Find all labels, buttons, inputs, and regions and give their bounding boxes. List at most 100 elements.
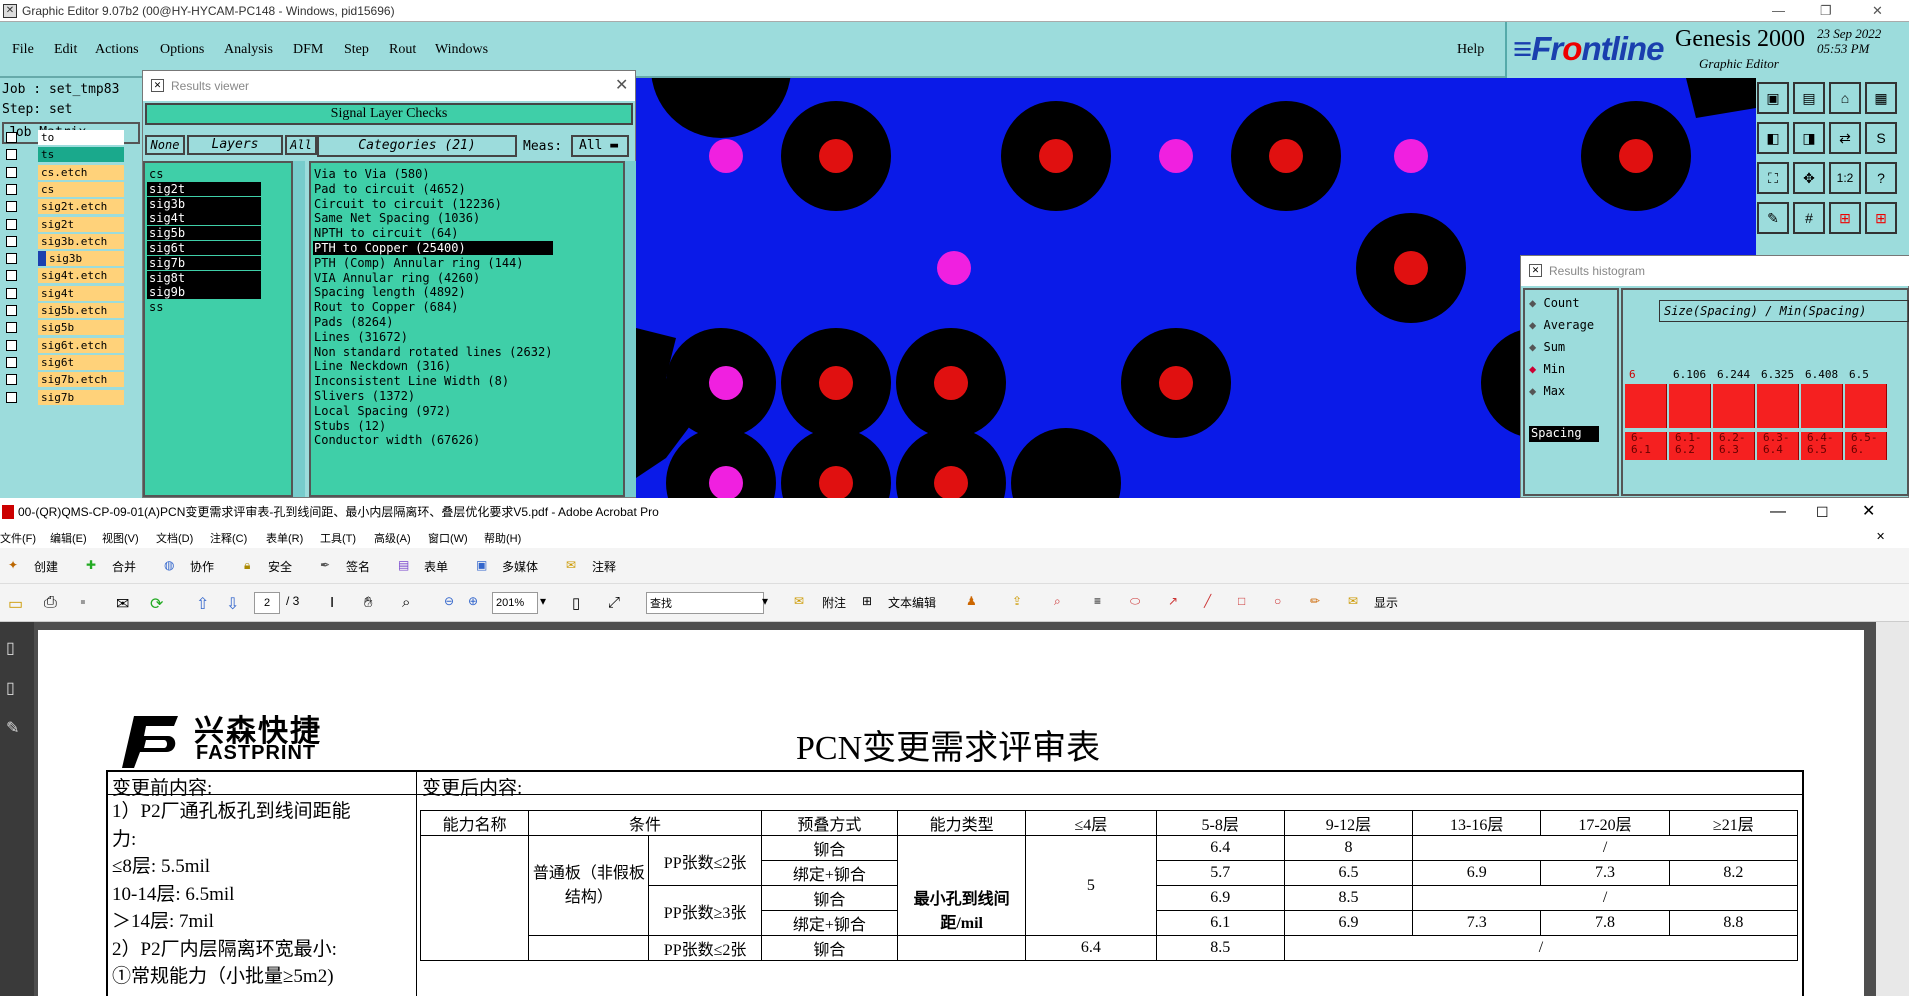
layer-result-item[interactable]: ss (147, 300, 261, 314)
menu-help[interactable]: Help (1457, 42, 1484, 58)
layer-row[interactable]: cs (4, 181, 124, 197)
layer-row[interactable]: cs.etch (4, 164, 124, 180)
layer-checkbox[interactable] (6, 253, 17, 265)
upload-icon[interactable]: ⟳ (150, 594, 163, 614)
menu-analysis[interactable]: Analysis (224, 42, 273, 58)
radio-icon[interactable]: ◆ (1529, 340, 1536, 354)
multimedia-icon[interactable]: ▣ (476, 558, 487, 572)
layer-row[interactable]: sig6t (4, 354, 124, 370)
next-page-icon[interactable]: ⇩ (226, 594, 239, 614)
layer-checkbox[interactable] (6, 391, 17, 403)
rectangle-icon[interactable]: □ (1238, 594, 1245, 608)
menu-file[interactable]: 文件(F) (0, 530, 36, 546)
layers-button[interactable]: Layers (187, 135, 283, 155)
layer-result-item[interactable]: sig5b (147, 226, 261, 241)
stamp-icon[interactable]: ♟ (966, 594, 977, 608)
menu-document[interactable]: 文档(D) (156, 530, 193, 546)
layer-checkbox[interactable] (6, 183, 17, 195)
search-input[interactable] (646, 592, 764, 614)
comment-icon[interactable]: ✉ (566, 558, 576, 572)
signatures-icon[interactable]: ✎ (6, 718, 19, 738)
sign-button[interactable]: 签名 (346, 558, 370, 575)
tool-button[interactable]: ▦ (1865, 82, 1897, 114)
category-item[interactable]: Spacing length (4892) (313, 285, 553, 299)
layer-checkbox[interactable] (6, 201, 17, 213)
layer-row[interactable]: ts (4, 147, 124, 163)
fit-width-icon[interactable]: ⤢ (608, 594, 620, 611)
multimedia-button[interactable]: 多媒体 (502, 558, 538, 575)
histogram-bar[interactable] (1669, 384, 1711, 428)
cloud-icon[interactable]: ⬭ (1130, 594, 1140, 609)
scrollbar[interactable] (1876, 622, 1909, 996)
layer-result-item[interactable]: sig3b (147, 196, 261, 211)
category-item[interactable]: NPTH to circuit (64) (313, 226, 553, 240)
zoom-dropdown-icon[interactable]: ▾ (540, 594, 546, 608)
forms-icon[interactable]: ▤ (398, 558, 409, 572)
category-item[interactable]: Via to Via (580) (313, 167, 553, 181)
layer-result-item[interactable]: sig6t (147, 241, 261, 255)
help-icon[interactable]: ? (1865, 162, 1897, 194)
menu-tools[interactable]: 工具(T) (320, 530, 356, 546)
collaborate-icon[interactable]: ◍ (164, 558, 174, 572)
select-tool-icon[interactable]: I (330, 594, 334, 611)
histogram-bar[interactable] (1757, 384, 1799, 428)
close-icon[interactable]: ✕ (615, 75, 628, 95)
pen-icon[interactable]: ✒ (320, 558, 330, 572)
tool-button[interactable]: ◨ (1793, 122, 1825, 154)
menu-rout[interactable]: Rout (389, 42, 416, 58)
hand-tool-icon[interactable]: ✋︎ (364, 594, 373, 611)
category-item[interactable]: PTH to Copper (25400) (313, 241, 553, 255)
menu-edit[interactable]: Edit (54, 42, 77, 58)
menu-advanced[interactable]: 高级(A) (374, 530, 411, 546)
home-icon[interactable]: ⌂ (1829, 82, 1861, 114)
tool-button[interactable]: ⇄ (1829, 122, 1861, 154)
open-folder-icon[interactable]: ▭ (8, 594, 23, 614)
category-item[interactable]: Same Net Spacing (1036) (313, 211, 553, 225)
text-edit-button[interactable]: 文本编辑 (888, 594, 936, 611)
layer-result-item[interactable]: sig2t (147, 181, 261, 196)
scrollbar[interactable] (293, 161, 305, 497)
all-button[interactable]: All (285, 135, 317, 155)
layer-row[interactable]: sig4t.etch (4, 268, 124, 284)
histogram-bar[interactable] (1713, 384, 1755, 428)
layer-checkbox[interactable] (6, 305, 17, 316)
layer-checkbox[interactable] (6, 374, 17, 386)
close-button[interactable]: ✕ (1862, 498, 1875, 526)
histogram-bar[interactable] (1625, 384, 1667, 428)
menu-view[interactable]: 视图(V) (102, 530, 139, 546)
layer-checkbox[interactable] (6, 322, 17, 334)
pan-icon[interactable]: ✥ (1793, 162, 1825, 194)
tool-button[interactable]: ◧ (1757, 122, 1789, 154)
tool-button[interactable]: ⊞ (1829, 202, 1861, 234)
grid-icon[interactable]: # (1793, 202, 1825, 234)
layer-row[interactable]: sig3b (4, 251, 124, 267)
close-button[interactable]: ✕ (1872, 0, 1883, 22)
combine-icon[interactable]: ✚ (86, 558, 96, 572)
layer-checkbox[interactable] (6, 149, 17, 161)
category-item[interactable]: Inconsistent Line Width (8) (313, 374, 553, 388)
histogram-option[interactable]: ◆ Average (1529, 318, 1594, 332)
zoom-out-icon[interactable]: ⊖ (444, 594, 454, 608)
menu-step[interactable]: Step (344, 42, 369, 58)
category-item[interactable]: Pads (8264) (313, 315, 553, 329)
menu-comments[interactable]: 注释(C) (210, 530, 247, 546)
menu-edit[interactable]: 编辑(E) (50, 530, 87, 546)
layer-row[interactable]: sig6t.etch (4, 337, 124, 353)
tool-button[interactable]: ▣ (1757, 82, 1789, 114)
category-item[interactable]: Conductor width (67626) (313, 433, 553, 447)
menu-help[interactable]: 帮助(H) (484, 530, 521, 546)
layer-row[interactable]: sig3b.etch (4, 233, 124, 249)
layer-row[interactable]: sig7b (4, 389, 124, 405)
zoom-fit-icon[interactable]: ⛶ (1757, 162, 1789, 194)
tool-button[interactable]: ✎ (1757, 202, 1789, 234)
forms-button[interactable]: 表单 (424, 558, 448, 575)
layer-result-item[interactable]: sig9b (147, 285, 261, 300)
menu-window[interactable]: 窗口(W) (428, 530, 468, 546)
email-icon[interactable]: ✉ (116, 594, 129, 614)
radio-icon[interactable]: ◆ (1529, 362, 1536, 376)
category-item[interactable]: Line Neckdown (316) (313, 359, 553, 373)
arrow-icon[interactable]: ↗ (1168, 594, 1178, 608)
zoom-tool-icon[interactable]: ⌕ (402, 594, 410, 611)
highlight-icon[interactable]: ⇪ (1012, 594, 1022, 608)
create-icon[interactable]: ✦ (8, 558, 18, 572)
